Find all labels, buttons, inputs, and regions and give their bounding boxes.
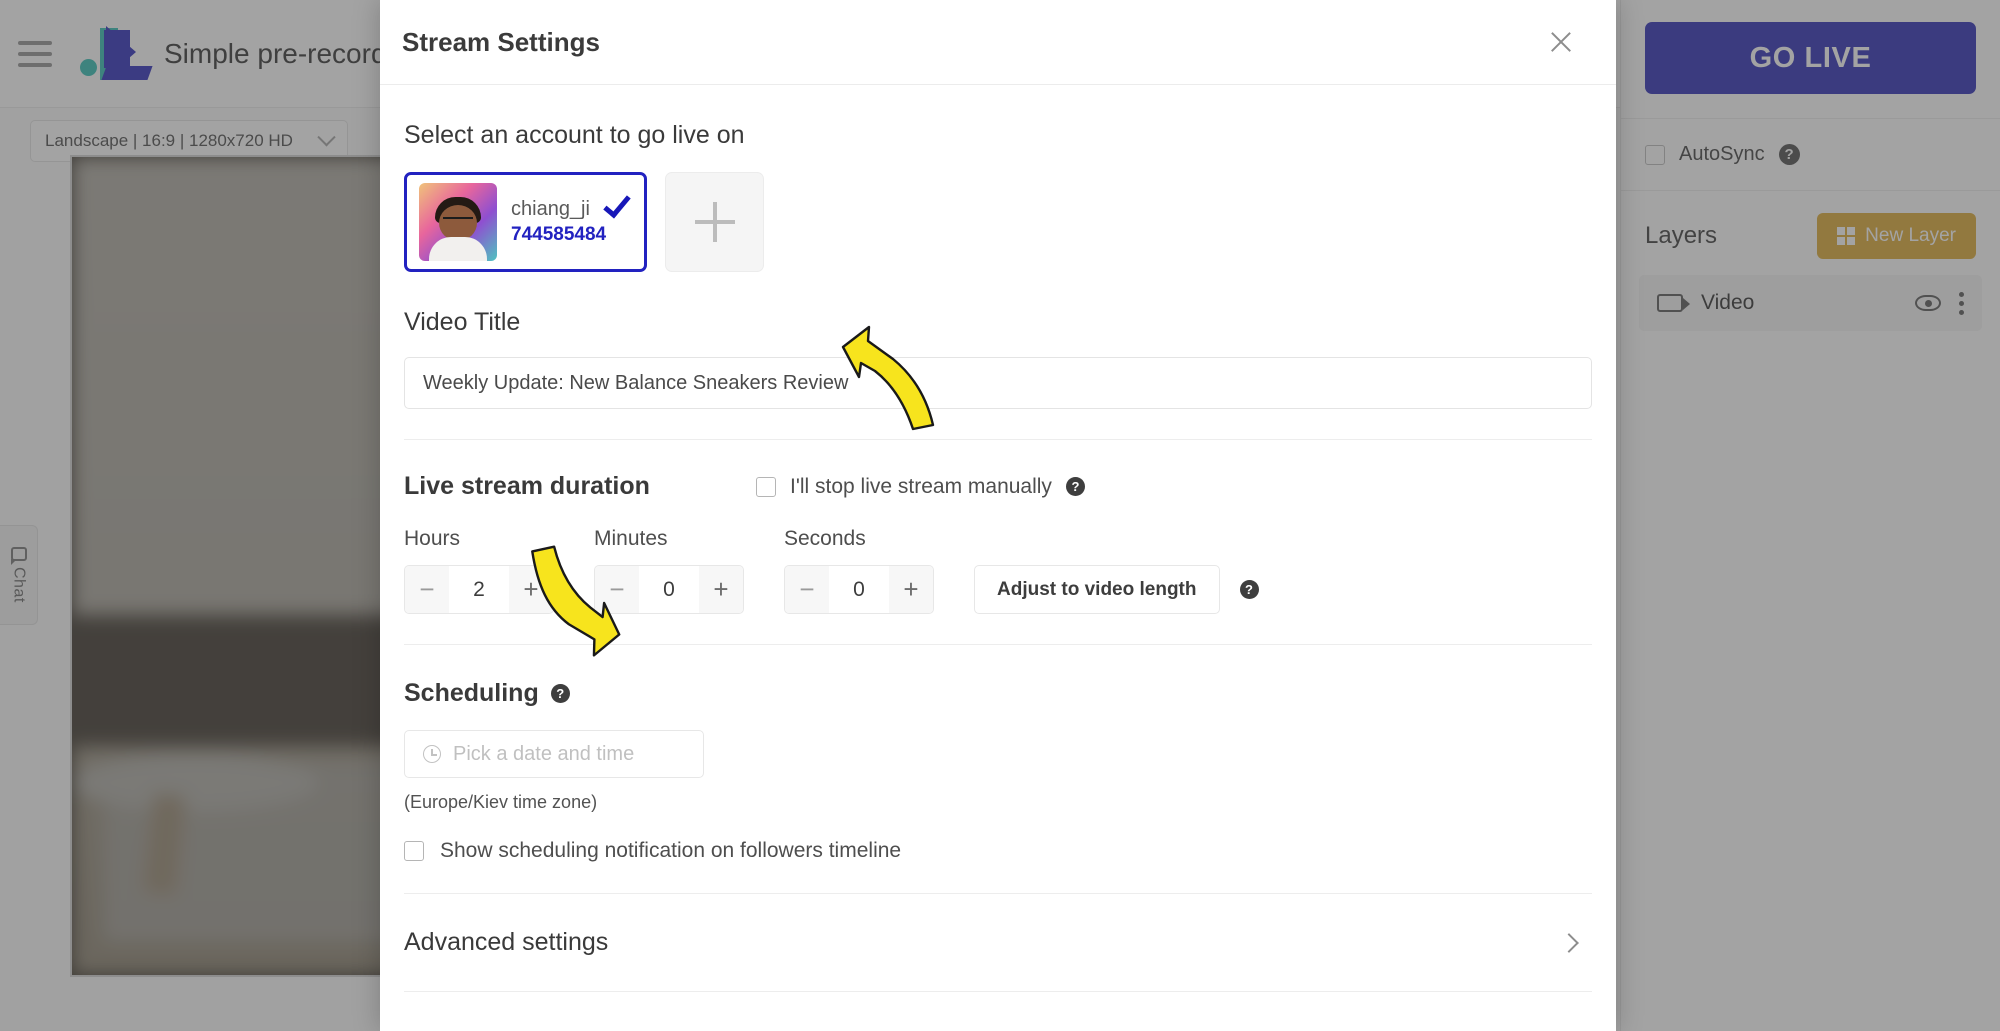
duration-title: Live stream duration xyxy=(404,472,756,501)
schedule-notification-label: Show scheduling notification on follower… xyxy=(440,839,901,863)
account-name: chiang_ji xyxy=(511,198,606,221)
account-section-label: Select an account to go live on xyxy=(404,121,1592,150)
scheduling-header: Scheduling ? xyxy=(404,679,1592,708)
hours-stepper: − 2 + xyxy=(404,565,554,614)
adjust-to-video-length-button[interactable]: Adjust to video length xyxy=(974,565,1220,614)
seconds-increment-button[interactable]: + xyxy=(889,566,933,613)
schedule-notification-row[interactable]: Show scheduling notification on follower… xyxy=(404,839,1592,863)
timezone-note: (Europe/Kiev time zone) xyxy=(404,792,1592,813)
hours-label: Hours xyxy=(404,527,594,551)
accounts-row: chiang_ji 744585484 xyxy=(404,172,1592,272)
scheduling-title: Scheduling xyxy=(404,679,539,708)
schedule-date-input[interactable]: Pick a date and time xyxy=(404,730,704,778)
hours-increment-button[interactable]: + xyxy=(509,566,553,613)
app-root: Simple pre-recorded Landscape | 16:9 | 1… xyxy=(0,0,2000,1031)
help-icon-manual-stop[interactable]: ? xyxy=(1066,477,1085,496)
modal-header: Stream Settings xyxy=(380,0,1616,85)
duration-steppers: − 2 + − 0 + − 0 + Adjust to video length… xyxy=(404,565,1592,614)
modal-body: Select an account to go live on chiang_j… xyxy=(380,121,1616,1031)
minutes-label: Minutes xyxy=(594,527,784,551)
minutes-increment-button[interactable]: + xyxy=(699,566,743,613)
minutes-decrement-button[interactable]: − xyxy=(595,566,639,613)
manual-stop-checkbox[interactable] xyxy=(756,477,776,497)
clock-icon xyxy=(423,745,441,763)
account-card-chiang-ji[interactable]: chiang_ji 744585484 xyxy=(404,172,647,272)
chevron-right-icon xyxy=(1559,933,1579,953)
help-icon-adjust[interactable]: ? xyxy=(1240,580,1259,599)
seconds-stepper: − 0 + xyxy=(784,565,934,614)
schedule-notification-checkbox[interactable] xyxy=(404,841,424,861)
close-icon[interactable] xyxy=(1544,25,1578,59)
video-title-label: Video Title xyxy=(404,308,1592,337)
checkmark-icon xyxy=(603,190,630,219)
hours-decrement-button[interactable]: − xyxy=(405,566,449,613)
manual-stop-row[interactable]: I'll stop live stream manually ? xyxy=(756,475,1085,499)
minutes-stepper: − 0 + xyxy=(594,565,744,614)
minutes-value[interactable]: 0 xyxy=(639,566,699,613)
account-id: 744585484 xyxy=(511,224,606,246)
avatar xyxy=(419,183,497,261)
add-account-button[interactable] xyxy=(665,172,764,272)
seconds-decrement-button[interactable]: − xyxy=(785,566,829,613)
advanced-settings-title: Advanced settings xyxy=(404,928,608,957)
stream-settings-modal: Stream Settings Select an account to go … xyxy=(380,0,1616,1031)
help-icon-scheduling[interactable]: ? xyxy=(551,684,570,703)
plus-icon xyxy=(695,202,735,242)
modal-title: Stream Settings xyxy=(402,27,600,58)
divider-1 xyxy=(404,439,1592,440)
seconds-label: Seconds xyxy=(784,527,974,551)
duration-field-labels: Hours Minutes Seconds xyxy=(404,527,1592,551)
divider-2 xyxy=(404,644,1592,645)
hours-value[interactable]: 2 xyxy=(449,566,509,613)
video-title-input[interactable] xyxy=(404,357,1592,409)
seconds-value[interactable]: 0 xyxy=(829,566,889,613)
manual-stop-label: I'll stop live stream manually xyxy=(790,475,1052,499)
schedule-date-placeholder: Pick a date and time xyxy=(453,743,634,766)
duration-header: Live stream duration I'll stop live stre… xyxy=(404,472,1592,501)
advanced-settings-row[interactable]: Advanced settings xyxy=(404,893,1592,992)
